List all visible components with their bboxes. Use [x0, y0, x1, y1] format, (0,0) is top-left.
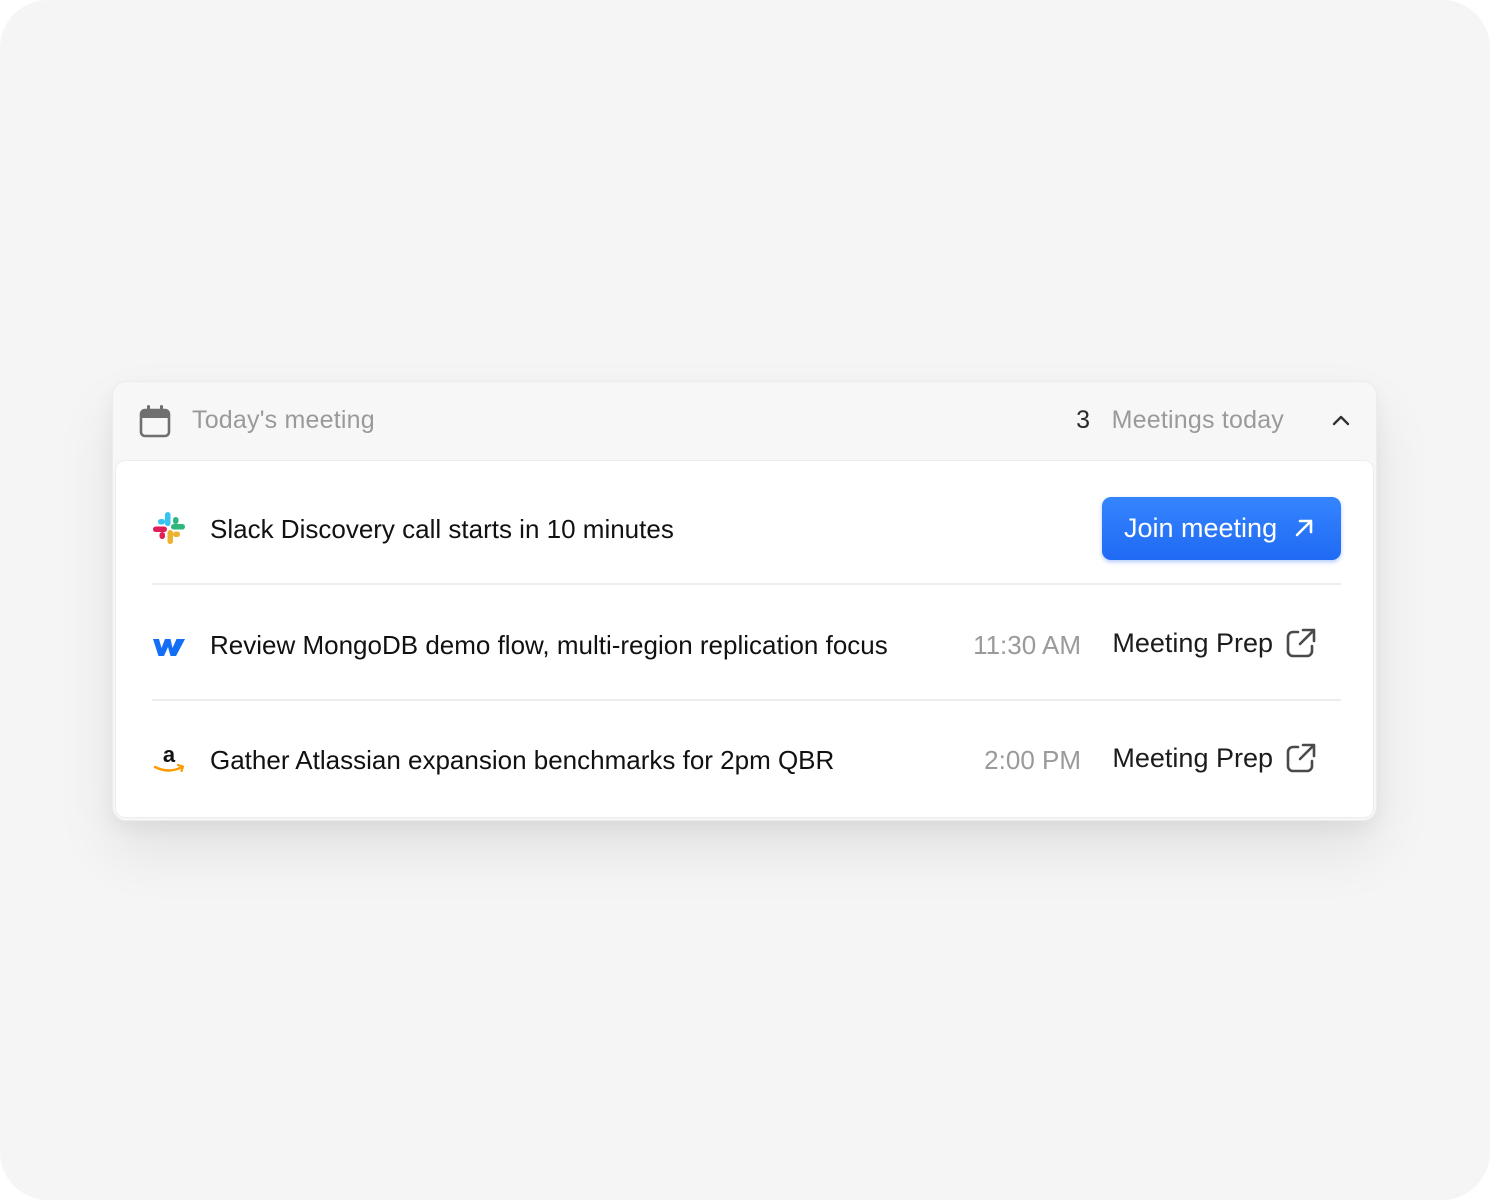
meeting-time: 2:00 PM: [984, 745, 1081, 775]
meeting-title: Gather Atlassian expansion benchmarks fo…: [210, 745, 835, 775]
webflow-logo: [153, 639, 185, 656]
meeting-list: Slack Discovery call starts in 10 minute…: [115, 460, 1374, 818]
meeting-prep-label: Meeting Prep: [1112, 742, 1273, 773]
widget-title: Today's meeting: [192, 406, 375, 434]
meeting-row-slack: Slack Discovery call starts in 10 minute…: [152, 461, 1341, 577]
chevron-up-icon[interactable]: [1330, 410, 1352, 432]
join-meeting-button[interactable]: Join meeting: [1102, 497, 1341, 560]
todays-meeting-widget: Today's meeting 3 Meetings today Slack D…: [112, 381, 1377, 821]
svg-text:a: a: [163, 742, 176, 767]
slack-logo: [153, 512, 185, 544]
meeting-title: Slack Discovery call starts in 10 minute…: [210, 514, 674, 544]
external-link-icon: [1286, 628, 1316, 658]
meeting-prep-link[interactable]: Meeting Prep: [1112, 738, 1317, 778]
join-meeting-label: Join meeting: [1124, 513, 1278, 543]
meeting-prep-label: Meeting Prep: [1112, 627, 1273, 658]
external-link-icon: [1286, 743, 1316, 773]
meeting-title: Review MongoDB demo flow, multi-region r…: [210, 630, 888, 660]
meeting-count: 3: [1076, 406, 1090, 434]
meeting-count-label: Meetings today: [1111, 406, 1284, 434]
page-background: Today's meeting 3 Meetings today Slack D…: [0, 0, 1490, 1200]
calendar-icon: [139, 405, 171, 438]
amazon-logo: a: [153, 742, 185, 773]
meeting-time: 11:30 AM: [973, 630, 1081, 660]
arrow-up-right-icon: [1295, 519, 1313, 537]
widget-header: Today's meeting 3 Meetings today: [113, 382, 1376, 460]
meeting-prep-link[interactable]: Meeting Prep: [1112, 623, 1317, 663]
meeting-row-atlassian: a Gather Atlassian expansion benchmarks …: [152, 701, 1341, 817]
meeting-row-mongodb: Review MongoDB demo flow, multi-region r…: [152, 585, 1341, 701]
